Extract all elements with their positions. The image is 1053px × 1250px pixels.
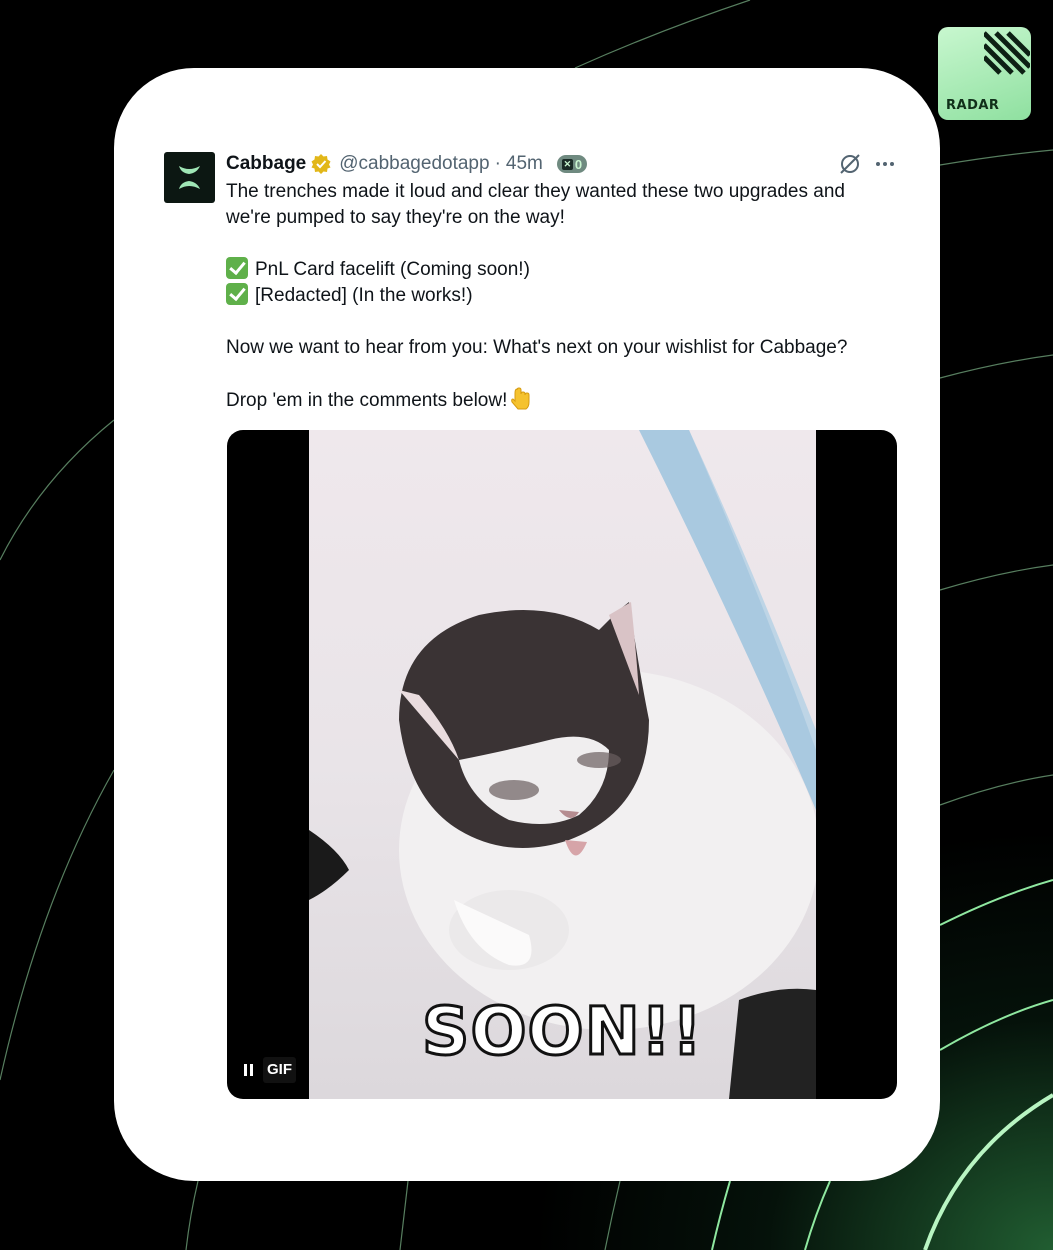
- grok-icon[interactable]: [838, 152, 862, 176]
- timestamp[interactable]: 45m: [506, 153, 543, 175]
- gif-controls: GIF: [239, 1057, 296, 1083]
- avatar[interactable]: [164, 152, 215, 203]
- x-icon: ✕: [561, 158, 573, 170]
- author-handle[interactable]: @cabbagedotapp: [339, 153, 489, 175]
- list-item: PnL Card facelift (Coming soon!): [226, 257, 906, 283]
- tweet-line: we're pumped to say they're on the way!: [226, 207, 565, 228]
- more-options-icon[interactable]: [874, 156, 896, 172]
- tweet-header: Cabbage @cabbagedotapp · 45m ✕ 0: [226, 152, 588, 176]
- cabbage-logo-icon: [179, 166, 200, 189]
- verified-badge-icon: [311, 154, 331, 174]
- extension-count: 0: [574, 156, 583, 172]
- pointing-down-icon: [511, 387, 531, 419]
- radar-badge: RADAR: [938, 27, 1031, 120]
- radar-label: RADAR: [946, 98, 1000, 113]
- checkmark-icon: [226, 257, 248, 279]
- tweet-line: The trenches made it loud and clear they…: [226, 181, 845, 202]
- gif-caption: SOON!!: [420, 992, 704, 1072]
- tweet-media[interactable]: SOON!! GIF: [227, 430, 897, 1099]
- radar-logo-icon: [984, 31, 1030, 75]
- tweet-text: The trenches made it loud and clear they…: [226, 179, 906, 419]
- tweet-card: Cabbage @cabbagedotapp · 45m ✕ 0 The tre…: [114, 68, 940, 1181]
- tweet-question: Now we want to hear from you: What's nex…: [226, 337, 848, 358]
- checkmark-icon: [226, 283, 248, 305]
- extension-badge: ✕ 0: [556, 155, 588, 173]
- gif-image: SOON!!: [309, 430, 816, 1099]
- tweet-cta: Drop 'em in the comments below!: [226, 387, 906, 419]
- gif-label: GIF: [263, 1057, 296, 1083]
- pause-icon[interactable]: [239, 1057, 257, 1083]
- list-item: [Redacted] (In the works!): [226, 283, 906, 309]
- separator-dot: ·: [494, 153, 501, 174]
- author-name[interactable]: Cabbage: [226, 153, 306, 175]
